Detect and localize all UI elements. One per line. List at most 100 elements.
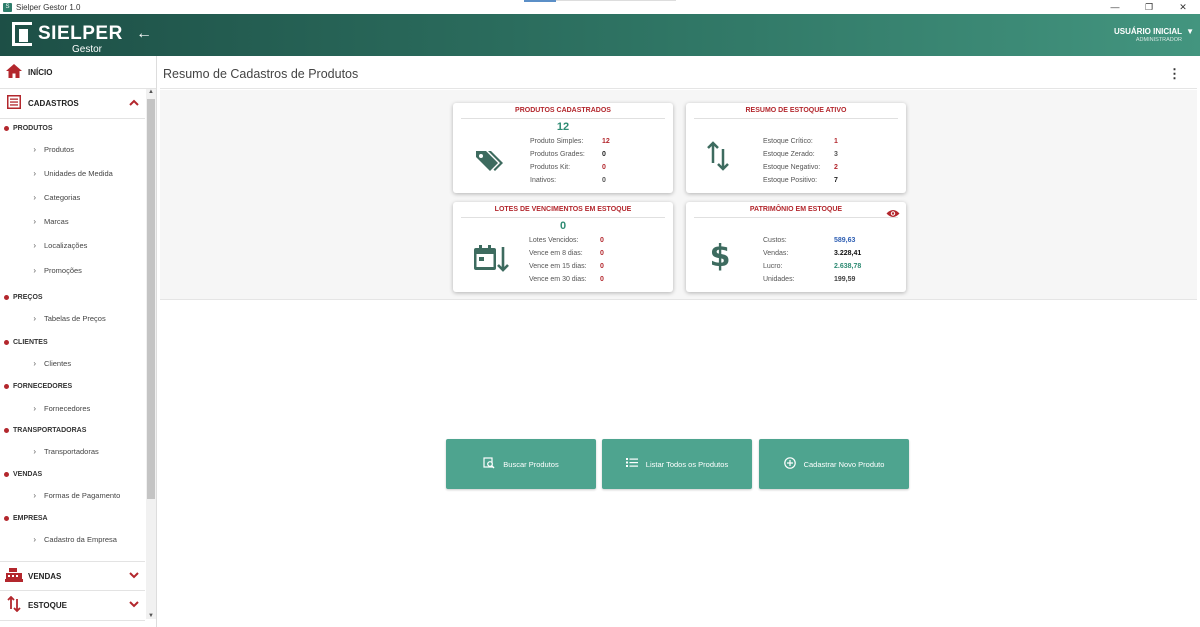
sidebar-item-label: Localizações (44, 240, 88, 250)
group-precos: PREÇOS (0, 290, 145, 304)
more-vert-icon[interactable]: ⋮ (1168, 66, 1181, 82)
sidebar-section-estoque[interactable]: ESTOQUE (0, 591, 145, 621)
sidebar-item-unidades-de-medida[interactable]: › Unidades de Medida (0, 165, 145, 181)
sidebar-item-label: Produtos (44, 144, 75, 154)
sidebar-item-formas-de-pagamento[interactable]: › Formas de Pagamento (0, 487, 145, 503)
listar-produtos-button[interactable]: Listar Todos os Produtos (602, 439, 752, 489)
group-vendas: VENDAS (0, 467, 145, 481)
group-label: CLIENTES (13, 338, 48, 346)
logo: SIELPER Gestor (12, 21, 122, 55)
stat-label: Estoque Zerado: (763, 151, 815, 158)
stat-value: 0 (602, 177, 606, 184)
sidebar-item-localizacoes[interactable]: › Localizações (0, 237, 145, 253)
restore-button[interactable]: ❐ (1132, 0, 1166, 14)
stat-row: Vence em 15 dias: 0 (529, 263, 604, 275)
sidebar-item-clientes[interactable]: › Clientes (0, 355, 145, 371)
sidebar-item-marcas[interactable]: › Marcas (0, 213, 145, 229)
chevron-right-icon: › (33, 534, 36, 544)
logo-subtitle: Gestor (72, 44, 103, 55)
group-label: PREÇOS (13, 293, 43, 301)
bullet-dot (4, 339, 9, 345)
stat-row: Produtos Kit: 0 (530, 164, 606, 176)
bullet-dot (4, 515, 9, 521)
sidebar-item-label: Transportadoras (44, 446, 99, 456)
bullet-dot (4, 125, 9, 131)
titlebar-divider (556, 0, 676, 1)
arrow-left-icon[interactable]: ← (136, 25, 152, 43)
page-title: Resumo de Cadastros de Produtos (163, 67, 359, 81)
sidebar-item-categorias[interactable]: › Categorias (0, 189, 145, 205)
group-produtos: PRODUTOS (0, 121, 145, 135)
sidebar-scrollbar[interactable]: ▲ ▼ (146, 89, 156, 619)
stat-label: Estoque Positivo: (763, 177, 818, 184)
window-titlebar: S Sielper Gestor 1.0 — ❐ ✕ (0, 0, 1200, 14)
stat-row: Estoque Zerado: 3 (763, 151, 838, 163)
card-total: 0 (559, 220, 567, 232)
stat-value: 3 (834, 151, 838, 158)
minimize-button[interactable]: — (1098, 0, 1132, 14)
stat-value: 0 (600, 263, 604, 270)
sidebar-item-inicio[interactable]: INÍCIO (0, 56, 156, 89)
stat-value: 0 (602, 151, 606, 158)
tags-icon (471, 147, 511, 178)
scrollbar-thumb[interactable] (147, 99, 155, 499)
sidebar-item-label: INÍCIO (28, 67, 53, 77)
sidebar-item-label: Tabelas de Preços (44, 313, 106, 323)
sidebar-item-transportadoras[interactable]: › Transportadoras (0, 443, 145, 459)
app-icon: S (3, 2, 12, 12)
stat-label: Estoque Negativo: (763, 164, 821, 171)
stat-label: Vence em 15 dias: (529, 263, 587, 270)
stat-value: 7 (834, 177, 838, 184)
scroll-down-icon[interactable]: ▼ (146, 613, 156, 619)
stat-label: Custos: (763, 237, 787, 244)
eye-icon[interactable] (886, 205, 900, 217)
chevron-right-icon: › (33, 240, 36, 250)
stat-value: 2.638,78 (834, 263, 862, 270)
stat-value: 1 (834, 138, 838, 145)
stat-row: Estoque Positivo: 7 (763, 177, 838, 189)
chevron-right-icon: › (33, 192, 36, 202)
sidebar-section-cadastros[interactable]: CADASTROS (0, 89, 145, 119)
buscar-produtos-button[interactable]: Buscar Produtos (446, 439, 596, 489)
stat-value: 0 (602, 164, 606, 171)
sidebar-item-label: Marcas (44, 216, 69, 226)
sidebar-section-vendas[interactable]: VENDAS (0, 561, 145, 591)
sidebar-item-promocoes[interactable]: › Promoções (0, 262, 145, 278)
chevron-down-icon[interactable] (129, 600, 139, 611)
sidebar-item-produtos[interactable]: › Produtos (0, 141, 145, 157)
chevron-up-icon[interactable] (129, 98, 139, 109)
stat-value: 3.228,41 (834, 250, 862, 257)
group-label: PRODUTOS (13, 124, 53, 132)
user-menu[interactable]: USUÁRIO INICIAL ADMINISTRADOR ▼ (1114, 27, 1194, 43)
sidebar-item-cadastro-da-empresa[interactable]: › Cadastro da Empresa (0, 531, 145, 547)
svg-text:$: $ (710, 239, 731, 272)
caret-down-icon[interactable]: ▼ (1186, 27, 1194, 36)
cadastrar-produto-button[interactable]: Cadastrar Novo Produto (759, 439, 909, 489)
group-label: VENDAS (13, 470, 43, 478)
logo-name: SIELPER (38, 23, 123, 44)
sidebar-item-tabelas-de-precos[interactable]: › Tabelas de Preços (0, 310, 145, 326)
plus-circle-icon (783, 456, 796, 472)
group-label: FORNECEDORES (13, 382, 73, 390)
stat-label: Lotes Vencidos: (529, 237, 579, 244)
sidebar-item-fornecedores[interactable]: › Fornecedores (0, 400, 145, 416)
cash-register-icon (0, 567, 28, 585)
chevron-right-icon: › (33, 144, 36, 154)
chevron-down-icon[interactable] (129, 571, 139, 582)
user-role: ADMINISTRADOR (1135, 37, 1182, 43)
chevron-right-icon: › (33, 265, 36, 275)
titlebar-accent (524, 0, 556, 2)
scroll-up-icon[interactable]: ▲ (146, 89, 156, 95)
stat-value: 589,63 (834, 237, 856, 244)
stat-label: Produtos Grades: (530, 151, 585, 158)
stat-row: Estoque Negativo: 2 (763, 164, 838, 176)
group-transportadoras: TRANSPORTADORAS (0, 423, 145, 437)
page-header: Resumo de Cadastros de Produtos ⋮ (160, 60, 1197, 89)
swap-vertical-icon (0, 595, 28, 615)
bullet-dot (4, 294, 9, 300)
chevron-right-icon: › (33, 358, 36, 368)
stat-value: 0 (600, 276, 604, 283)
chevron-right-icon: › (33, 446, 36, 456)
card-patrimonio-estoque: PATRIMÔNIO EM ESTOQUE $ Custos: 589,63 Ve… (686, 202, 906, 292)
close-button[interactable]: ✕ (1166, 0, 1200, 14)
